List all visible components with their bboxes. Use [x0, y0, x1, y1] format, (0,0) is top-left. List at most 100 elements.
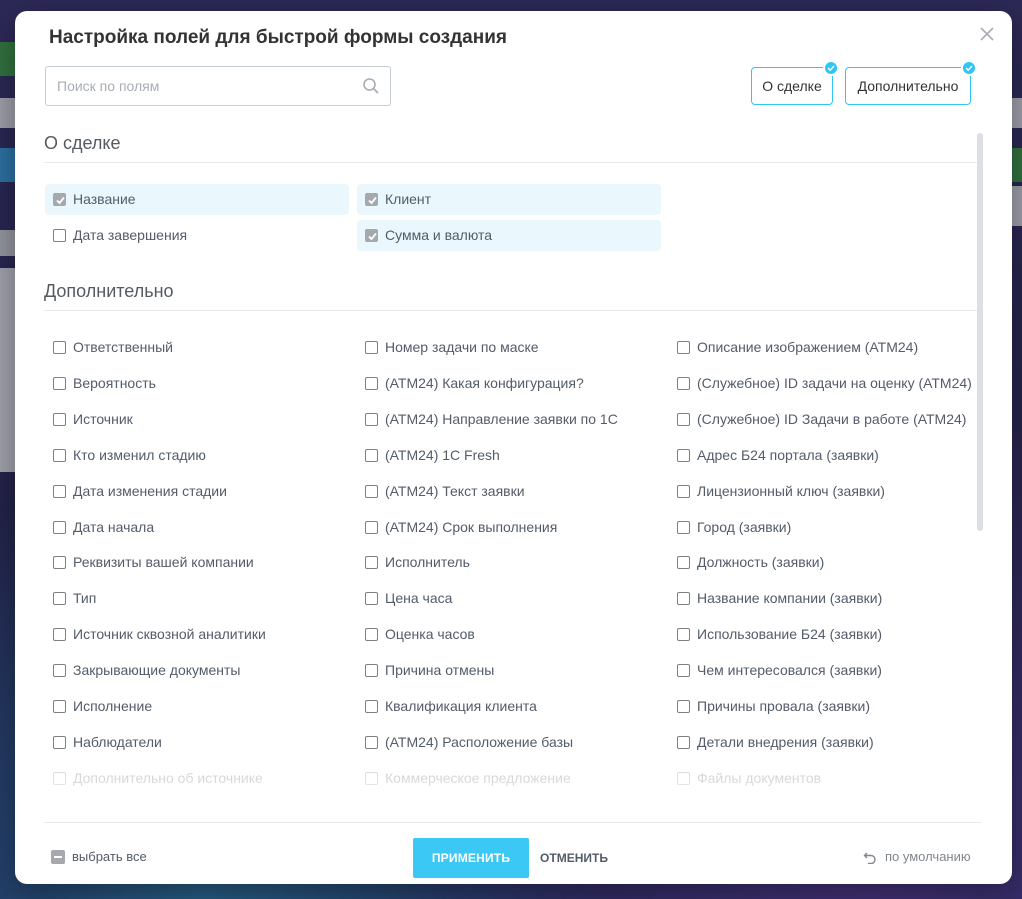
checkbox[interactable]	[53, 700, 66, 713]
checkbox[interactable]	[53, 448, 66, 462]
field-item[interactable]: Источник сквозной аналитики	[45, 619, 349, 650]
field-label: Причины провала (заявки)	[697, 698, 871, 714]
checkbox[interactable]	[53, 412, 66, 426]
checkbox[interactable]	[53, 771, 66, 785]
field-item[interactable]: Дата начала	[45, 512, 349, 543]
checkbox[interactable]	[677, 735, 690, 749]
field-item[interactable]: (АТМ24) Срок выполнения	[357, 512, 661, 543]
field-item[interactable]: Детали внедрения (заявки)	[669, 727, 973, 758]
field-item[interactable]: Оценка часов	[357, 619, 661, 650]
checkbox[interactable]	[677, 341, 690, 354]
checkbox[interactable]	[677, 556, 690, 570]
field-item[interactable]: Причина отмены	[357, 655, 661, 686]
checkbox[interactable]	[365, 592, 378, 606]
field-item[interactable]: Источник	[45, 404, 349, 435]
checkbox[interactable]	[365, 412, 378, 426]
search-input[interactable]	[46, 67, 356, 105]
field-item[interactable]: Дополнительно об источнике	[45, 763, 349, 794]
field-item[interactable]: (Служебное) ID задачи на оценку (АТМ24)	[669, 368, 973, 399]
field-label: Название	[73, 191, 136, 207]
checkbox[interactable]	[365, 700, 378, 713]
field-item[interactable]: Название компании (заявки)	[669, 583, 973, 614]
field-item[interactable]: Коммерческое предложение	[357, 763, 661, 794]
cancel-button[interactable]: ОТМЕНИТЬ	[533, 838, 615, 878]
section-divider	[44, 310, 977, 311]
checkbox[interactable]	[677, 484, 690, 498]
checkbox[interactable]	[365, 448, 378, 462]
checkbox[interactable]	[365, 341, 378, 354]
field-item[interactable]: Вероятность	[45, 368, 349, 399]
field-item[interactable]: (Служебное) ID Задачи в работе (АТМ24)	[669, 404, 973, 435]
field-item[interactable]: (АТМ24) Какая конфигурация?	[357, 368, 661, 399]
field-item[interactable]: Чем интересовался (заявки)	[669, 655, 973, 686]
checkbox[interactable]	[53, 376, 66, 390]
field-item[interactable]: Должность (заявки)	[669, 547, 973, 578]
checkbox[interactable]	[53, 664, 66, 678]
checkbox[interactable]	[53, 628, 66, 642]
field-item[interactable]: Реквизиты вашей компании	[45, 547, 349, 578]
field-item[interactable]: (АТМ24) Расположение базы	[357, 727, 661, 758]
field-item[interactable]: Использование Б24 (заявки)	[669, 619, 973, 650]
checkbox[interactable]	[365, 628, 378, 642]
checkbox[interactable]	[677, 520, 690, 534]
checkbox[interactable]	[677, 376, 690, 390]
checkbox[interactable]	[53, 520, 66, 534]
field-item[interactable]: Клиент	[357, 184, 661, 215]
checkbox[interactable]	[365, 376, 378, 390]
checkbox-checked[interactable]	[365, 193, 378, 206]
checkbox[interactable]	[677, 628, 690, 642]
checkbox[interactable]	[53, 556, 66, 570]
checkbox[interactable]	[677, 700, 690, 713]
field-item[interactable]: Дата изменения стадии	[45, 476, 349, 507]
field-item[interactable]: Название	[45, 184, 349, 215]
field-item[interactable]: Закрывающие документы	[45, 655, 349, 686]
checkbox[interactable]	[365, 735, 378, 749]
checkbox[interactable]	[53, 484, 66, 498]
field-label: Дата завершения	[73, 227, 188, 243]
checkbox[interactable]	[677, 664, 690, 678]
checkbox[interactable]	[677, 592, 690, 606]
field-item[interactable]: Файлы документов	[669, 763, 973, 794]
checkbox[interactable]	[677, 448, 690, 462]
checkbox[interactable]	[365, 484, 378, 498]
field-item[interactable]: Номер задачи по маске	[357, 332, 661, 363]
checkbox[interactable]	[365, 771, 378, 785]
checkbox[interactable]	[677, 412, 690, 426]
field-label: Название компании (заявки)	[697, 590, 883, 607]
field-item[interactable]: Причины провала (заявки)	[669, 691, 973, 722]
field-item[interactable]: (АТМ24) Направление заявки по 1С	[357, 404, 661, 435]
scrollbar[interactable]	[977, 133, 983, 531]
field-item[interactable]: Исполнение	[45, 691, 349, 722]
apply-button[interactable]: ПРИМЕНИТЬ	[413, 838, 529, 878]
checkbox[interactable]	[53, 735, 66, 749]
checkbox[interactable]	[53, 592, 66, 606]
close-button[interactable]	[978, 25, 996, 43]
field-item[interactable]: Цена часа	[357, 583, 661, 614]
search-icon[interactable]	[362, 77, 380, 95]
field-item[interactable]: (АТМ24) Текст заявки	[357, 476, 661, 507]
checkbox-checked[interactable]	[365, 229, 378, 242]
field-item[interactable]: (АТМ24) 1С Fresh	[357, 440, 661, 471]
field-item[interactable]: Лицензионный ключ (заявки)	[669, 476, 973, 507]
field-item[interactable]: Сумма и валюта	[357, 220, 661, 251]
field-item[interactable]: Адрес Б24 портала (заявки)	[669, 440, 973, 471]
checkbox[interactable]	[53, 341, 66, 354]
checkbox-checked[interactable]	[53, 193, 66, 206]
checkbox[interactable]	[365, 520, 378, 534]
checkbox[interactable]	[365, 664, 378, 678]
field-item[interactable]: Тип	[45, 583, 349, 614]
section-button-deal[interactable]: О сделке	[751, 60, 839, 105]
section-button-additional[interactable]: Дополнительно	[845, 60, 977, 105]
field-item[interactable]: Дата завершения	[45, 220, 349, 251]
field-item[interactable]: Ответственный	[45, 332, 349, 363]
checkbox[interactable]	[53, 229, 66, 242]
checkbox[interactable]	[677, 771, 690, 785]
field-item[interactable]: Наблюдатели	[45, 727, 349, 758]
field-item[interactable]: Исполнитель	[357, 547, 661, 578]
field-item[interactable]: Город (заявки)	[669, 512, 973, 543]
checkbox[interactable]	[365, 556, 378, 570]
field-item[interactable]: Описание изображением (АТМ24)	[669, 332, 973, 363]
field-item[interactable]: Кто изменил стадию	[45, 440, 349, 471]
fields-list[interactable]: О сделке Название Клиент Дата завершения Су…	[15, 131, 1012, 821]
field-item[interactable]: Квалификация клиента	[357, 691, 661, 722]
